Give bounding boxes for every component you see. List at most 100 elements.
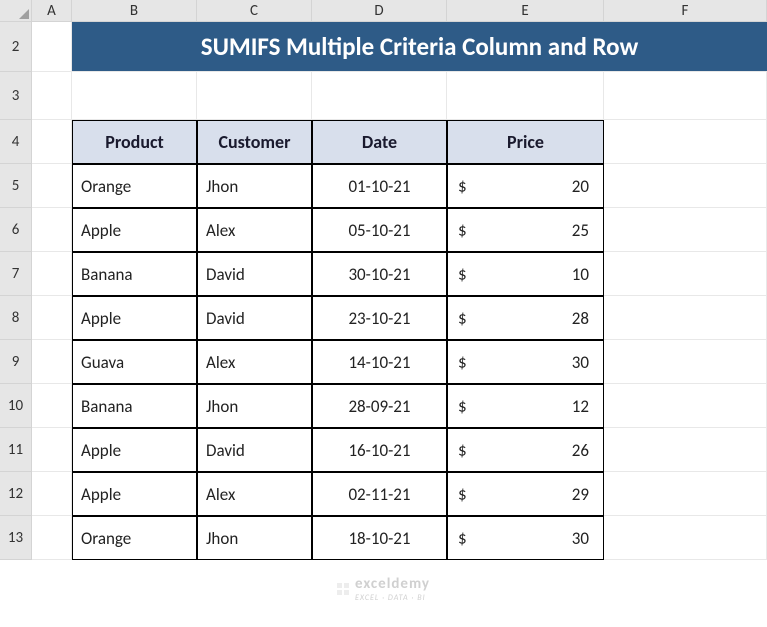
row-header-9[interactable]: 9: [0, 340, 32, 384]
cell-A6[interactable]: [32, 208, 72, 252]
currency-symbol: $: [458, 528, 467, 549]
table-row[interactable]: 28-09-21: [312, 384, 447, 428]
cell-F6[interactable]: [604, 208, 767, 252]
col-header-F[interactable]: F: [604, 0, 767, 22]
table-row[interactable]: Jhon: [197, 384, 312, 428]
table-row[interactable]: 05-10-21: [312, 208, 447, 252]
table-row[interactable]: Apple: [72, 208, 197, 252]
cell-E3[interactable]: [447, 72, 604, 120]
watermark-subtext: EXCEL · DATA · BI: [355, 593, 430, 603]
price-value: 29: [572, 484, 589, 505]
cell-A5[interactable]: [32, 164, 72, 208]
price-value: 25: [572, 220, 589, 241]
currency-symbol: $: [458, 308, 467, 329]
col-header-A[interactable]: A: [32, 0, 72, 22]
table-row[interactable]: Guava: [72, 340, 197, 384]
cell-F3[interactable]: [604, 72, 767, 120]
table-row[interactable]: $10: [447, 252, 604, 296]
col-header-B[interactable]: B: [72, 0, 197, 22]
cell-F10[interactable]: [604, 384, 767, 428]
currency-symbol: $: [458, 440, 467, 461]
cell-F11[interactable]: [604, 428, 767, 472]
table-row[interactable]: Banana: [72, 252, 197, 296]
table-row[interactable]: Jhon: [197, 164, 312, 208]
table-row[interactable]: Alex: [197, 208, 312, 252]
table-row[interactable]: Banana: [72, 384, 197, 428]
table-header-product[interactable]: Product: [72, 120, 197, 164]
row-header-11[interactable]: 11: [0, 428, 32, 472]
col-header-E[interactable]: E: [447, 0, 604, 22]
currency-symbol: $: [458, 396, 467, 417]
cell-D3[interactable]: [312, 72, 447, 120]
table-row[interactable]: Orange: [72, 516, 197, 560]
cell-A12[interactable]: [32, 472, 72, 516]
row-header-10[interactable]: 10: [0, 384, 32, 428]
cell-A4[interactable]: [32, 120, 72, 164]
table-row[interactable]: $26: [447, 428, 604, 472]
currency-symbol: $: [458, 220, 467, 241]
table-row[interactable]: Apple: [72, 472, 197, 516]
row-header-13[interactable]: 13: [0, 516, 32, 560]
table-row[interactable]: Jhon: [197, 516, 312, 560]
row-header-12[interactable]: 12: [0, 472, 32, 516]
row-header-4[interactable]: 4: [0, 120, 32, 164]
cell-A2[interactable]: [32, 22, 72, 72]
table-row[interactable]: 01-10-21: [312, 164, 447, 208]
row-header-3[interactable]: 3: [0, 72, 32, 120]
col-header-C[interactable]: C: [197, 0, 312, 22]
price-value: 28: [572, 308, 589, 329]
cell-F13[interactable]: [604, 516, 767, 560]
cell-A9[interactable]: [32, 340, 72, 384]
table-row[interactable]: $12: [447, 384, 604, 428]
table-header-date[interactable]: Date: [312, 120, 447, 164]
cell-F9[interactable]: [604, 340, 767, 384]
cell-A8[interactable]: [32, 296, 72, 340]
table-row[interactable]: 18-10-21: [312, 516, 447, 560]
table-row[interactable]: David: [197, 296, 312, 340]
row-header-2[interactable]: 2: [0, 22, 32, 72]
table-row[interactable]: David: [197, 428, 312, 472]
table-row[interactable]: 02-11-21: [312, 472, 447, 516]
cell-F7[interactable]: [604, 252, 767, 296]
cell-A10[interactable]: [32, 384, 72, 428]
row-header-8[interactable]: 8: [0, 296, 32, 340]
row-header-7[interactable]: 7: [0, 252, 32, 296]
table-row[interactable]: Orange: [72, 164, 197, 208]
cell-F5[interactable]: [604, 164, 767, 208]
table-row[interactable]: 30-10-21: [312, 252, 447, 296]
table-row[interactable]: $25: [447, 208, 604, 252]
table-row[interactable]: $28: [447, 296, 604, 340]
table-row[interactable]: $30: [447, 340, 604, 384]
price-value: 10: [572, 264, 589, 285]
cell-A13[interactable]: [32, 516, 72, 560]
table-header-customer[interactable]: Customer: [197, 120, 312, 164]
row-header-6[interactable]: 6: [0, 208, 32, 252]
cell-A3[interactable]: [32, 72, 72, 120]
table-row[interactable]: $20: [447, 164, 604, 208]
currency-symbol: $: [458, 352, 467, 373]
table-header-price[interactable]: Price: [447, 120, 604, 164]
table-row[interactable]: $30: [447, 516, 604, 560]
cell-A11[interactable]: [32, 428, 72, 472]
price-value: 12: [572, 396, 589, 417]
cell-C3[interactable]: [197, 72, 312, 120]
table-row[interactable]: $29: [447, 472, 604, 516]
price-value: 30: [572, 352, 589, 373]
table-row[interactable]: Alex: [197, 340, 312, 384]
cell-B3[interactable]: [72, 72, 197, 120]
table-row[interactable]: 14-10-21: [312, 340, 447, 384]
cell-F12[interactable]: [604, 472, 767, 516]
cell-F8[interactable]: [604, 296, 767, 340]
col-header-D[interactable]: D: [312, 0, 447, 22]
table-row[interactable]: Apple: [72, 428, 197, 472]
table-row[interactable]: 23-10-21: [312, 296, 447, 340]
cell-F4[interactable]: [604, 120, 767, 164]
table-row[interactable]: 16-10-21: [312, 428, 447, 472]
row-header-5[interactable]: 5: [0, 164, 32, 208]
currency-symbol: $: [458, 484, 467, 505]
table-row[interactable]: Alex: [197, 472, 312, 516]
table-row[interactable]: Apple: [72, 296, 197, 340]
table-row[interactable]: David: [197, 252, 312, 296]
select-all-corner[interactable]: [0, 0, 32, 22]
cell-A7[interactable]: [32, 252, 72, 296]
